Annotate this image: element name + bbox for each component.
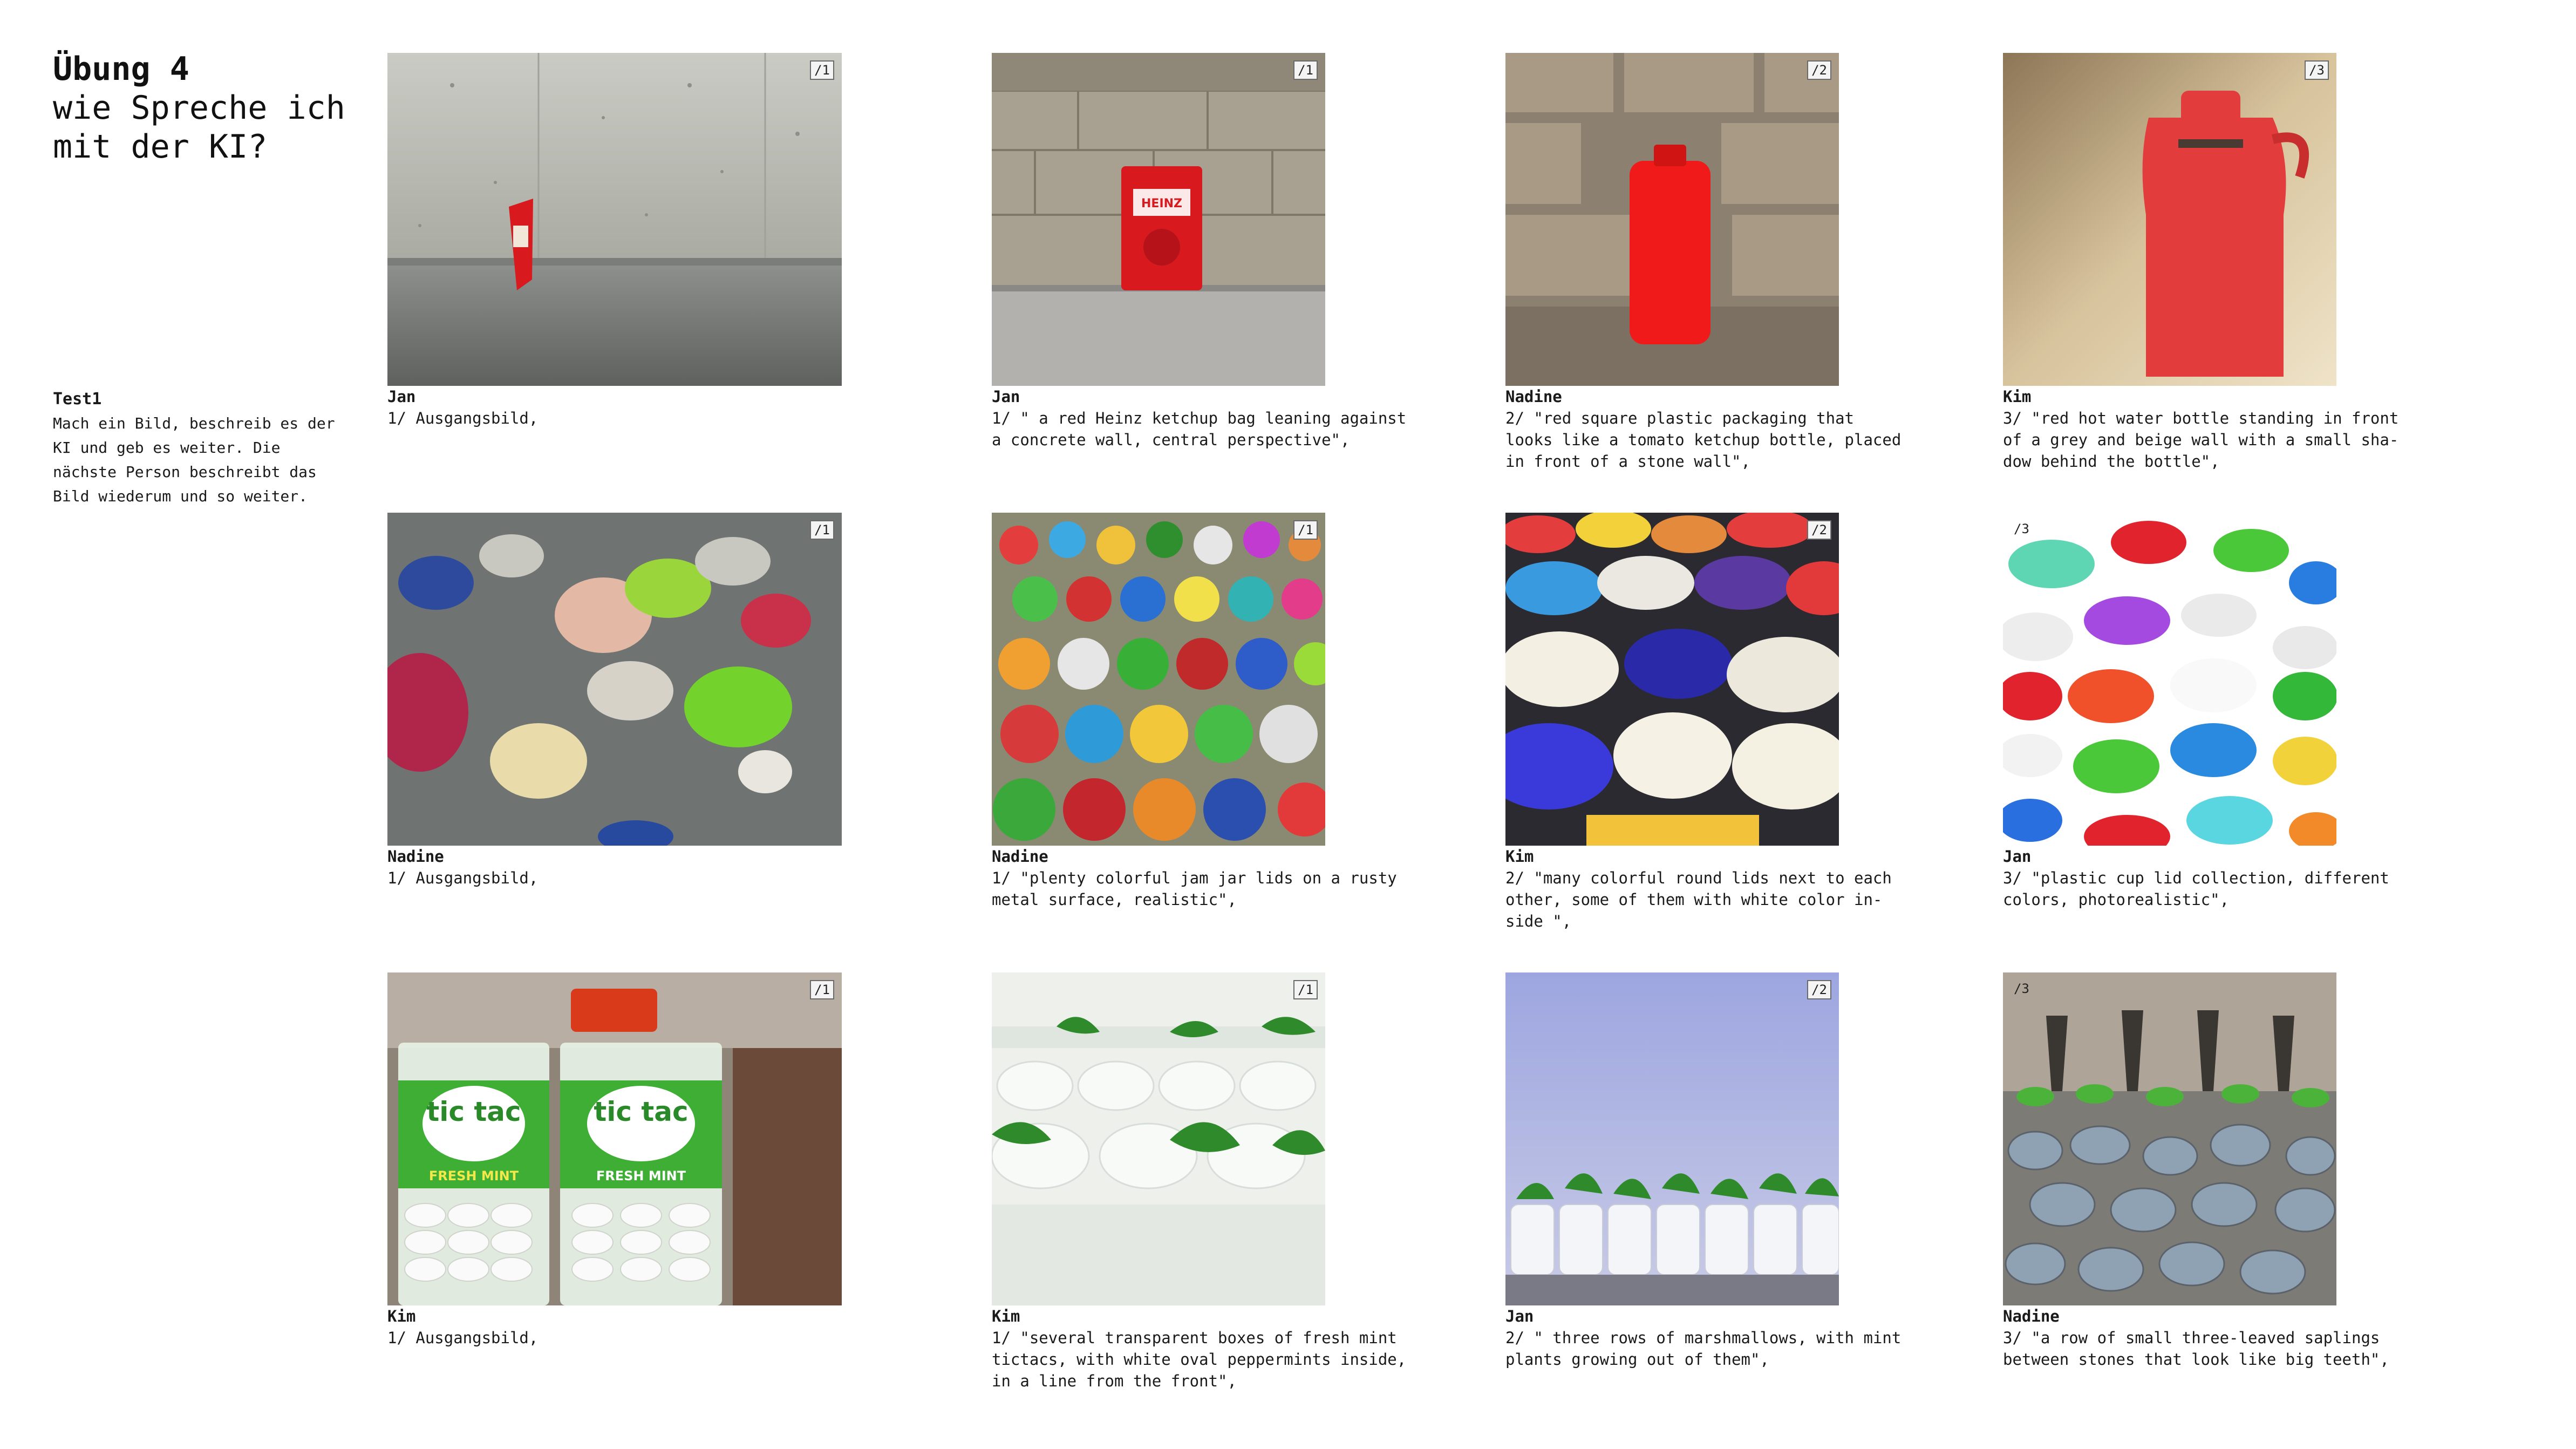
author-name: Nadine <box>2003 1307 2060 1325</box>
prompt-caption: 1/ "several transparent boxes of fresh m… <box>992 1329 1407 1390</box>
card-r3-c1: tic tac tic tac FRESH MINT FRESH MINT /1… <box>387 972 842 1349</box>
photo-marshmallows: /2 <box>1505 972 1839 1305</box>
title-line-2: wie Spreche ich <box>53 89 345 127</box>
photo-mints-leaves: /1 <box>992 972 1325 1305</box>
card-r2-c3: /2 Kim 2/ "many colorful round lids next… <box>1505 513 1937 932</box>
card-r3-c2: /1 Kim 1/ "several transparent boxes of … <box>992 972 1423 1392</box>
round-badge: /1 <box>810 980 834 999</box>
round-badge: /2 <box>1807 60 1831 80</box>
author-name: Kim <box>992 1307 1020 1325</box>
prompt-caption: 3/ "a row of small three-leaved saplings… <box>2003 1329 2389 1369</box>
card-r2-c4: /3 Jan 3/ "plastic cup lid collection, d… <box>2003 513 2435 910</box>
card-r2-c2: /1 Nadine 1/ "plenty colorful jam jar li… <box>992 513 1423 910</box>
photo-stacked-lids: /2 <box>1505 513 1839 846</box>
photo-saplings-stones: /3 <box>2003 972 2336 1305</box>
prompt-caption: 3/ "plastic cup lid collection, differen… <box>2003 869 2389 909</box>
prompt-caption: 1/ "plenty colorful jam jar lids on a ru… <box>992 869 1397 909</box>
photo-red-bottle: /2 <box>1505 53 1839 386</box>
prompt-caption: 1/ Ausgangsbild, <box>387 869 539 887</box>
author-name: Nadine <box>387 847 444 866</box>
photo-hot-water-bottle: /3 <box>2003 53 2336 386</box>
tictac-logo-text: tic tac <box>426 1096 521 1127</box>
tictac-sub-text: FRESH MINT <box>429 1168 519 1183</box>
round-badge: /3 <box>2014 521 2029 536</box>
prompt-caption: 3/ "red hot water bottle standing in fro… <box>2003 409 2399 471</box>
round-badge: /3 <box>2305 60 2329 80</box>
author-name: Kim <box>1505 847 1534 866</box>
round-badge: /1 <box>1293 520 1318 540</box>
page-title: Übung 4 wie Spreche ich mit der KI? <box>53 50 345 166</box>
tictac-sub-text: FRESH MINT <box>596 1168 686 1183</box>
photo-colorful-lids: /1 <box>992 513 1325 846</box>
author-name: Nadine <box>1505 387 1562 406</box>
intro-body: Mach ein Bild, beschreib es der KI und g… <box>53 414 335 505</box>
intro-heading: Test1 <box>53 390 102 409</box>
card-r3-c4: /3 Nadine 3/ "a row of small three-leave… <box>2003 972 2435 1370</box>
title-line-3: mit der KI? <box>53 128 268 166</box>
card-r2-c1: /1 Nadine 1/ Ausgangsbild, <box>387 513 842 889</box>
card-r1-c1: /1 Jan 1/ Ausgangsbild, <box>387 53 842 429</box>
round-badge: /2 <box>1807 520 1831 540</box>
photo-cup-lids: /3 <box>2003 513 2336 846</box>
prompt-caption: 2/ " three rows of marshmallows, with mi… <box>1505 1329 1902 1369</box>
author-name: Jan <box>387 387 416 406</box>
photo-tictac: tic tac tic tac FRESH MINT FRESH MINT /1 <box>387 972 842 1305</box>
card-r1-c2: HEINZ /1 Jan 1/ " a red Heinz ketchup ba… <box>992 53 1423 451</box>
round-badge: /1 <box>1293 980 1318 999</box>
title-line-1: Übung 4 <box>53 50 189 88</box>
round-badge: /1 <box>810 520 834 540</box>
photo-ketchup-sachet: /1 <box>387 53 842 386</box>
photo-ketchup-bag: HEINZ /1 <box>992 53 1325 386</box>
prompt-caption: 1/ " a red Heinz ketchup bag leaning aga… <box>992 409 1407 449</box>
round-badge: /1 <box>1293 60 1318 80</box>
tictac-logo-text: tic tac <box>594 1096 688 1127</box>
prompt-caption: 2/ "red square plastic packaging that lo… <box>1505 409 1902 471</box>
author-name: Kim <box>387 1307 416 1325</box>
round-badge: /1 <box>810 60 834 80</box>
card-r3-c3: /2 Jan 2/ " three rows of marshmallows, … <box>1505 972 1937 1370</box>
author-name: Jan <box>2003 847 2032 866</box>
card-r1-c3: /2 Nadine 2/ "red square plastic packagi… <box>1505 53 1937 472</box>
author-name: Jan <box>992 387 1020 406</box>
intro-block: Test1 Mach ein Bild, beschreib es der KI… <box>53 387 344 508</box>
round-badge: /2 <box>1807 980 1831 999</box>
author-name: Jan <box>1505 1307 1534 1325</box>
round-badge: /3 <box>2014 981 2029 996</box>
heinz-logo-text: HEINZ <box>1141 197 1182 210</box>
prompt-caption: 1/ Ausgangsbild, <box>387 1329 539 1347</box>
photo-jar-lids: /1 <box>387 513 842 846</box>
card-r1-c4: /3 Kim 3/ "red hot water bottle standing… <box>2003 53 2435 472</box>
prompt-caption: 1/ Ausgangsbild, <box>387 409 539 427</box>
prompt-caption: 2/ "many colorful round lids next to eac… <box>1505 869 1892 930</box>
author-name: Kim <box>2003 387 2032 406</box>
author-name: Nadine <box>992 847 1048 866</box>
